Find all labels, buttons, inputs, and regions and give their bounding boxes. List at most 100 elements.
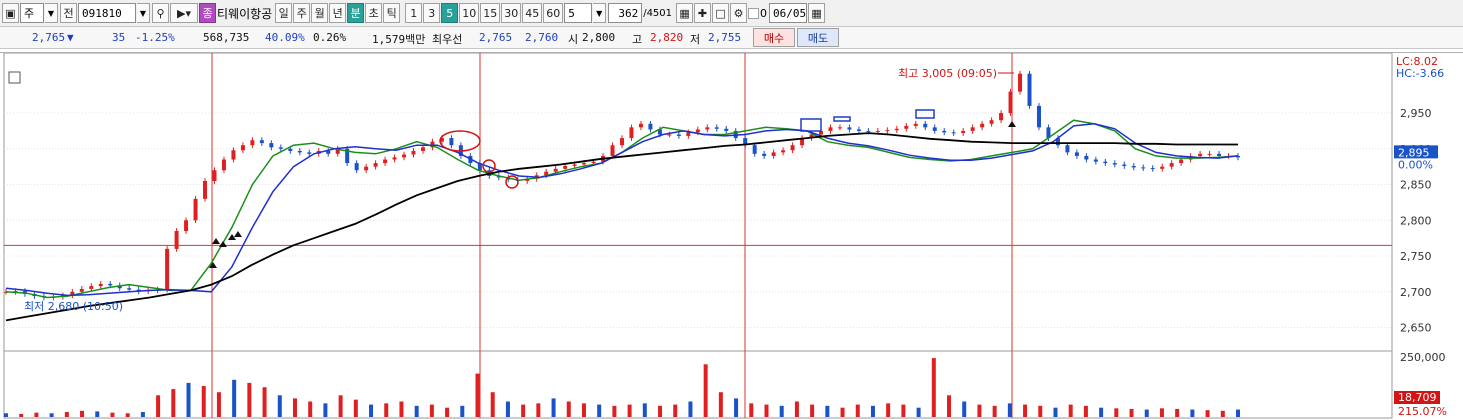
tab-period-틱[interactable]: 틱 — [383, 3, 401, 23]
tab-interval-5[interactable]: 5 — [441, 3, 459, 23]
gear-icon[interactable]: ⚙ — [730, 3, 748, 23]
candle-body — [705, 127, 710, 130]
volume-max-label: 250,000 — [1400, 351, 1446, 364]
search-icon[interactable]: ⚲ — [152, 3, 169, 23]
tab-interval-1[interactable]: 1 — [405, 3, 423, 23]
candle-body — [278, 147, 283, 149]
checkbox[interactable] — [748, 7, 760, 19]
candle-body — [1141, 167, 1146, 169]
amount-value: 1,579백만 — [372, 33, 426, 46]
candle-body — [961, 130, 966, 134]
candle-body — [942, 130, 947, 133]
tab-interval-60[interactable]: 60 — [543, 3, 564, 23]
tab-period-년[interactable]: 년 — [329, 3, 347, 23]
volume-bar — [125, 413, 130, 417]
volume-bar — [810, 404, 815, 417]
count-input[interactable]: 362 — [608, 3, 643, 23]
tab-period-주[interactable]: 주 — [293, 3, 311, 23]
candle-body — [1122, 164, 1127, 166]
chevron-down-icon[interactable]: ▼ — [45, 3, 58, 23]
candle-body — [667, 134, 672, 136]
interval-tabs: 1 3 5 10 15 30 45 60 — [405, 3, 564, 23]
candle-body — [553, 168, 558, 172]
tab-period-일[interactable]: 일 — [275, 3, 293, 23]
candle-body — [695, 129, 700, 133]
tab-period-분[interactable]: 분 — [347, 3, 365, 23]
volume-bar — [429, 404, 434, 417]
candle-body — [1084, 155, 1089, 160]
candle-body — [221, 159, 226, 171]
candle-body — [297, 150, 302, 153]
hc-label: HC:-3.66 — [1396, 67, 1444, 80]
volume-bar — [794, 401, 799, 417]
volume-bar — [749, 403, 754, 417]
volume-bar — [1114, 408, 1119, 417]
tab-interval-10[interactable]: 10 — [459, 3, 480, 23]
volume-ratio: 40.09% — [265, 31, 305, 44]
volume-bar — [1159, 408, 1164, 417]
crosshair-icon[interactable]: ✚ — [694, 3, 712, 23]
candle-body — [269, 143, 274, 148]
volume-bar — [445, 407, 450, 417]
candle-body — [174, 231, 179, 249]
volume-bar — [49, 413, 54, 417]
sell-button[interactable]: 매도 — [797, 28, 839, 47]
candle-body — [1027, 73, 1032, 106]
candle-body — [904, 125, 909, 129]
save-icon[interactable]: □ — [712, 3, 730, 23]
volume-bar — [870, 405, 875, 417]
tab-period-초[interactable]: 초 — [365, 3, 383, 23]
calendar-icon[interactable]: ▦ — [808, 3, 826, 23]
buy-button[interactable]: 매수 — [753, 28, 795, 47]
chevron-down-icon[interactable]: ▼ — [137, 3, 150, 23]
volume-bar — [962, 401, 967, 417]
chart-window: ▣ 주 ▼ 전 091810 ▼ ⚲ ▶▾ 종 티웨이항공 일주월년분초틱 13… — [0, 0, 1463, 420]
volume-bar — [475, 373, 480, 417]
volume-bar — [642, 403, 647, 417]
volume-bar — [992, 405, 997, 417]
chevron-down-icon[interactable]: ▼ — [593, 3, 607, 23]
volume-bar — [490, 392, 495, 417]
candle-body — [847, 127, 852, 130]
candle-body — [449, 138, 454, 146]
price-chart[interactable]: 2,6502,7002,7502,8002,8502,9002,950최고 3,… — [0, 52, 1463, 420]
volume-bar — [855, 404, 860, 417]
stock-code-input[interactable]: 091810 — [78, 3, 136, 23]
volume-bar — [216, 392, 221, 417]
ma-line-long — [5, 132, 1238, 322]
ma-line-mid — [5, 123, 1239, 297]
candle-body — [989, 120, 994, 124]
interval-input[interactable]: 5 — [564, 3, 593, 23]
period-tabs: 일주월년분초틱 — [275, 3, 401, 23]
volume-bar — [1083, 405, 1088, 417]
volume-bar — [947, 395, 952, 417]
volume-bar — [551, 398, 556, 417]
candle-body — [231, 150, 236, 160]
candle-body — [638, 123, 643, 128]
count-total: /4501 — [643, 7, 673, 19]
market-select[interactable]: 주 — [20, 3, 44, 23]
date-input[interactable]: 06/05 — [769, 3, 808, 23]
volume-bar — [384, 403, 389, 417]
tab-interval-15[interactable]: 15 — [480, 3, 501, 23]
volume-bar — [1190, 409, 1195, 417]
volume-bar — [1023, 404, 1028, 417]
volume-bar — [80, 410, 85, 417]
window-icon[interactable]: ▣ — [2, 3, 19, 23]
candle-body — [980, 123, 985, 128]
candle-body — [610, 145, 615, 156]
candle-icon[interactable]: ▦ — [676, 3, 694, 23]
candle-body — [165, 248, 170, 290]
candle-body — [1131, 165, 1136, 168]
code-prefix-button[interactable]: 전 — [60, 3, 77, 23]
ytick-label: 2,800 — [1400, 214, 1432, 227]
tab-interval-45[interactable]: 45 — [522, 3, 543, 23]
chart-canvas[interactable]: 2,6502,7002,7502,8002,8502,9002,950최고 3,… — [0, 53, 1463, 420]
candle-body — [1207, 153, 1212, 155]
speaker-icon[interactable]: ▶▾ — [170, 3, 198, 23]
tab-interval-30[interactable]: 30 — [501, 3, 522, 23]
volume-bar — [612, 405, 617, 417]
tab-interval-3[interactable]: 3 — [423, 3, 441, 23]
tab-period-월[interactable]: 월 — [311, 3, 329, 23]
volume-bar — [369, 404, 374, 417]
